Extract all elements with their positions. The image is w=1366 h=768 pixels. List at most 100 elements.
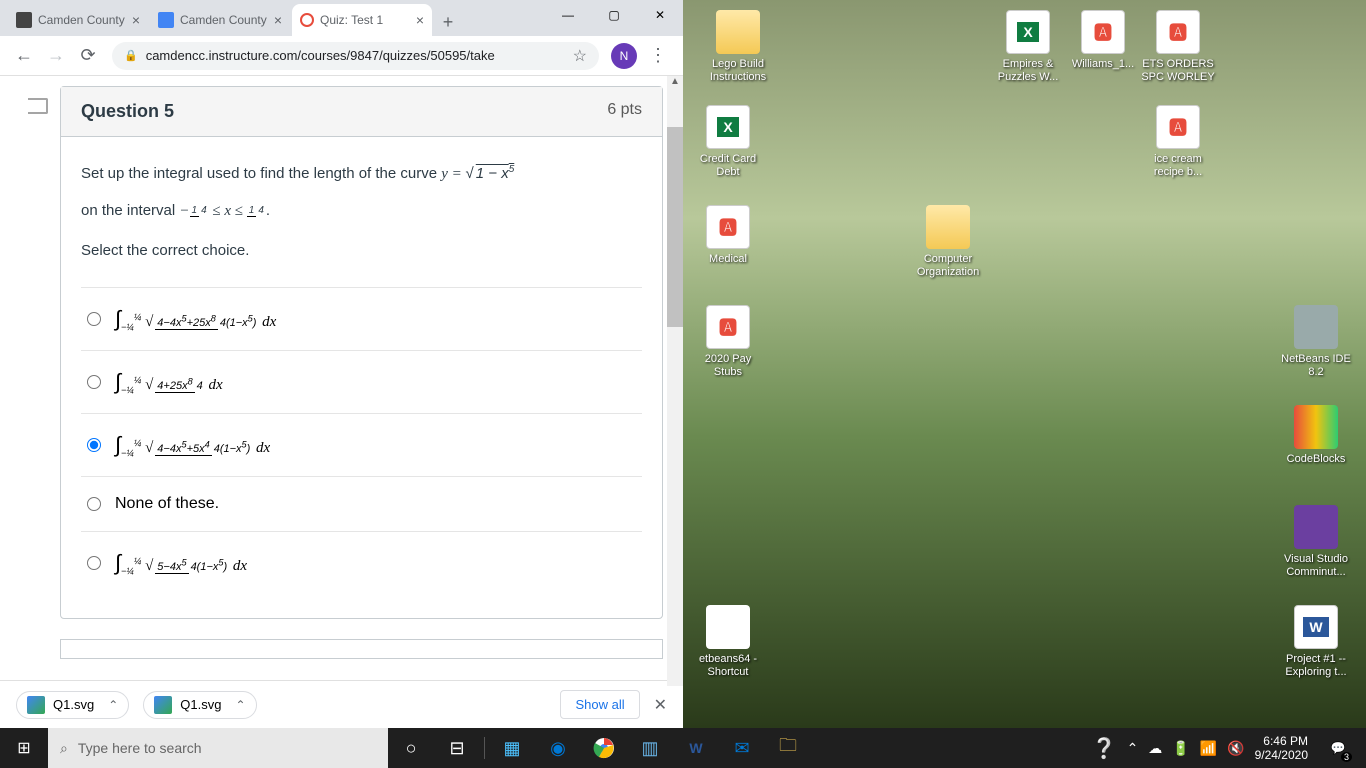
chrome-icon[interactable] — [581, 728, 627, 768]
tab-camden-1[interactable]: Camden County × — [8, 4, 148, 36]
question-interval: on the interval −14 ≤ x ≤ 14. — [81, 198, 642, 225]
window-maximize[interactable]: ▢ — [591, 0, 637, 30]
notification-icon[interactable]: 💬3 — [1318, 728, 1358, 768]
date-text: 9/24/2020 — [1255, 748, 1308, 762]
flag-icon[interactable] — [28, 98, 48, 114]
scroll-thumb[interactable] — [667, 127, 683, 327]
onedrive-icon[interactable]: ☁ — [1148, 740, 1162, 757]
desktop-icon[interactable]: Credit Card Debt — [690, 105, 766, 179]
icon-label: Computer Organization — [910, 253, 986, 279]
radio-input[interactable] — [87, 438, 101, 452]
scroll-up-icon[interactable]: ▲ — [667, 76, 683, 87]
radio-input[interactable] — [87, 556, 101, 570]
desktop-icon[interactable]: Williams_1... — [1065, 10, 1141, 71]
icon-label: CodeBlocks — [1278, 453, 1354, 466]
forward-button[interactable]: → — [40, 40, 72, 72]
pdf-icon — [706, 205, 750, 249]
download-bar: Q1.svg⌃ Q1.svg⌃ Show all ✕ — [0, 680, 683, 728]
chevron-icon[interactable]: ⌃ — [235, 698, 245, 712]
close-icon[interactable]: ✕ — [654, 695, 667, 715]
answer-option[interactable]: ∫−¼¼ √4−4x5+5x44(1−x5) dx — [81, 414, 642, 477]
file-icon — [27, 696, 45, 714]
desktop-icon[interactable]: Lego Build Instructions — [700, 10, 776, 84]
desktop-icon[interactable]: NetBeans IDE 8.2 — [1278, 305, 1354, 379]
icon-label: Lego Build Instructions — [700, 58, 776, 84]
help-icon[interactable]: ❔ — [1092, 736, 1117, 761]
answer-option[interactable]: None of these. — [81, 477, 642, 532]
icon-label: ice cream recipe b... — [1140, 153, 1216, 179]
app-icon — [706, 605, 750, 649]
desktop-icon[interactable]: Computer Organization — [910, 205, 986, 279]
browser-window: — ▢ ✕ Camden County × Camden County × Quiz… — [0, 0, 683, 728]
explorer-icon[interactable]: 🗀 — [765, 728, 811, 768]
wifi-icon[interactable]: 📶 — [1200, 740, 1217, 757]
menu-button[interactable]: ⋮ — [641, 45, 675, 66]
profile-button[interactable]: N — [611, 43, 637, 69]
download-item[interactable]: Q1.svg ⌃ — [143, 691, 256, 719]
radio-input[interactable] — [87, 497, 101, 511]
tab-label: Camden County — [38, 13, 125, 27]
question-header: Question 5 6 pts — [61, 87, 662, 137]
lock-icon: 🔒 — [124, 49, 138, 62]
radio-input[interactable] — [87, 312, 101, 326]
url-text: camdencc.instructure.com/courses/9847/qu… — [146, 48, 495, 63]
tab-camden-2[interactable]: Camden County × — [150, 4, 290, 36]
desktop-icon[interactable]: etbeans64 - Shortcut — [690, 605, 766, 679]
battery-icon[interactable]: 🔋 — [1172, 740, 1189, 757]
mail-icon[interactable]: ✉ — [719, 728, 765, 768]
icon-label: Williams_1... — [1065, 58, 1141, 71]
tab-label: Camden County — [180, 13, 267, 27]
close-icon[interactable]: × — [416, 12, 424, 28]
word-icon[interactable]: W — [673, 728, 719, 768]
close-icon[interactable]: × — [132, 12, 140, 28]
volume-icon[interactable]: 🔇 — [1227, 740, 1244, 757]
answer-option[interactable]: ∫−¼¼ √4+25x84 dx — [81, 351, 642, 414]
bookmark-icon[interactable]: ☆ — [573, 46, 587, 66]
window-close[interactable]: ✕ — [637, 0, 683, 30]
answer-option[interactable]: ∫−¼¼ √4−4x5+25x84(1−x5) dx — [81, 288, 642, 351]
window-minimize[interactable]: — — [545, 0, 591, 30]
desktop-icon[interactable]: ETS ORDERS SPC WORLEY — [1140, 10, 1216, 84]
desktop-icon[interactable]: Empires & Puzzles W... — [990, 10, 1066, 84]
icon-label: Visual Studio Comminut... — [1278, 553, 1354, 579]
task-view-icon[interactable]: ⊟ — [434, 728, 480, 768]
chevron-up-icon[interactable]: ⌃ — [1127, 740, 1139, 757]
radio-input[interactable] — [87, 375, 101, 389]
desktop-icon[interactable]: Visual Studio Comminut... — [1278, 505, 1354, 579]
back-button[interactable]: ← — [8, 40, 40, 72]
pdf-icon — [1156, 105, 1200, 149]
desktop-icon[interactable]: 2020 Pay Stubs — [690, 305, 766, 379]
desktop-icon[interactable]: CodeBlocks — [1278, 405, 1354, 466]
next-card-peek — [60, 639, 663, 659]
new-tab-button[interactable]: + — [434, 8, 462, 36]
desktop[interactable]: Lego Build Instructions Empires & Puzzles… — [683, 0, 1366, 728]
edge-icon[interactable]: ◉ — [535, 728, 581, 768]
chevron-icon[interactable]: ⌃ — [108, 698, 118, 712]
clock[interactable]: 6:46 PM 9/24/2020 — [1255, 734, 1308, 763]
calculator-icon[interactable]: ▦ — [489, 728, 535, 768]
url-field[interactable]: 🔒 camdencc.instructure.com/courses/9847/… — [112, 42, 599, 70]
system-tray: ❔ ⌃ ☁ 🔋 📶 🔇 6:46 PM 9/24/2020 💬3 — [1092, 728, 1366, 768]
icon-label: etbeans64 - Shortcut — [690, 653, 766, 679]
download-name: Q1.svg — [180, 697, 221, 712]
answer-option[interactable]: ∫−¼¼ √5−4x54(1−x5) dx — [81, 532, 642, 594]
answer-math: ∫−¼¼ √4+25x84 dx — [115, 369, 223, 395]
time-text: 6:46 PM — [1255, 734, 1308, 748]
start-button[interactable]: ⊞ — [0, 728, 48, 768]
reload-button[interactable]: ⟳ — [72, 40, 104, 72]
globe-icon — [16, 12, 32, 28]
show-all-button[interactable]: Show all — [560, 690, 639, 719]
close-icon[interactable]: × — [274, 12, 282, 28]
desktop-icon[interactable]: Medical — [690, 205, 766, 266]
scrollbar[interactable]: ▲ — [667, 76, 683, 686]
download-item[interactable]: Q1.svg⌃ — [16, 691, 129, 719]
cortana-icon[interactable]: ○ — [388, 728, 434, 768]
excel-icon — [1006, 10, 1050, 54]
doc-icon — [158, 12, 174, 28]
desktop-icon[interactable]: Project #1 -- Exploring t... — [1278, 605, 1354, 679]
notepad-icon[interactable]: ▥ — [627, 728, 673, 768]
search-box[interactable]: ⌕ Type here to search — [48, 728, 388, 768]
pdf-icon — [706, 305, 750, 349]
tab-quiz[interactable]: Quiz: Test 1× — [292, 4, 432, 36]
desktop-icon[interactable]: ice cream recipe b... — [1140, 105, 1216, 179]
